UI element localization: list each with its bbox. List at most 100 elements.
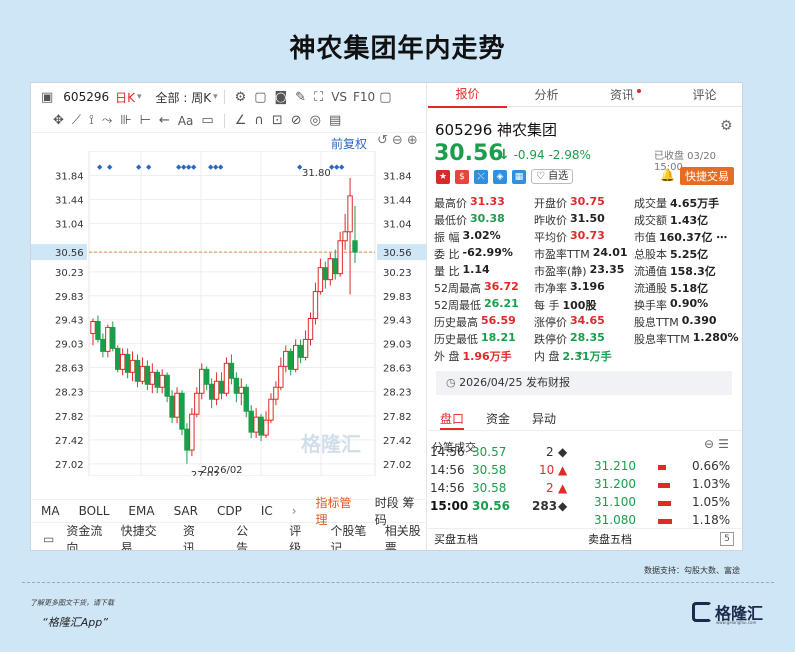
tab-order-book[interactable]: 盘口: [440, 407, 465, 430]
magnet-icon[interactable]: ∩: [254, 113, 264, 128]
bar-tool-icon[interactable]: ⊪: [120, 113, 131, 128]
lock-icon[interactable]: ⊡: [272, 113, 283, 128]
y-tick-left: 29.43: [55, 316, 84, 327]
bottom-item-news[interactable]: 资讯: [183, 522, 204, 550]
tab-movement[interactable]: 异动: [532, 407, 556, 430]
trend-tool-icon[interactable]: ⤳: [102, 113, 112, 128]
buy-five-label[interactable]: 买盘五档: [434, 529, 478, 550]
layout-icon[interactable]: ▢: [254, 90, 266, 105]
share-icon[interactable]: ⤬: [474, 169, 488, 184]
zoom-out-icon[interactable]: ⊖: [392, 133, 407, 148]
candle-body: [268, 398, 274, 421]
gear-icon[interactable]: ⚙: [720, 118, 733, 134]
stat-label: 52周最低: [434, 299, 481, 312]
range-tool-icon[interactable]: ⊢: [140, 113, 151, 128]
footer-divider: [22, 582, 774, 583]
zoom-in-icon[interactable]: ⊕: [407, 133, 422, 148]
panel-icon[interactable]: ▭: [43, 532, 54, 546]
stat-cell: 最低价 30.38: [434, 212, 534, 229]
bottom-item-fast-trade[interactable]: 快捷交易: [121, 522, 163, 550]
level-row: 31.080 1.18%: [588, 513, 742, 525]
drawing-toolbar: ✥ ⟋ ⟟ ⤳ ⊪ ⊢ ← Aa ▭ ∠ ∩ ⊡ ⊘ ◎ ▤: [31, 109, 427, 133]
vs-button[interactable]: VS: [331, 90, 347, 104]
y-tick-left: 28.23: [55, 387, 84, 398]
divider: [223, 90, 225, 104]
pen-icon[interactable]: ✎: [295, 90, 306, 105]
tab-analysis[interactable]: 分析: [507, 83, 586, 107]
tab-news[interactable]: 资讯: [586, 83, 665, 107]
eye-icon[interactable]: ◎: [310, 113, 321, 128]
adjust-select[interactable]: 前复权: [331, 135, 367, 152]
trash-icon[interactable]: ▤: [329, 113, 341, 128]
tick-row: 15:00 30.56 283 ◆: [430, 499, 590, 517]
fullscreen-icon[interactable]: ⛶: [314, 90, 323, 105]
sell-five-label[interactable]: 卖盘五档: [588, 529, 632, 550]
tab-capital[interactable]: 资金: [486, 407, 510, 430]
earnings-notice[interactable]: ◷ 2026/04/25 发布财报: [436, 371, 732, 395]
stat-label: 52周最高: [434, 282, 481, 295]
kline-chart[interactable]: 31.84 31.84 31.44 31.44 31.04 31.04 30.56 30.56…: [31, 151, 427, 476]
stat-label: 开盘价: [534, 197, 567, 210]
f10-button[interactable]: F10: [353, 90, 375, 104]
chevron-up-icon[interactable]: ^: [576, 351, 584, 362]
indicator-boll[interactable]: BOLL: [79, 504, 110, 518]
hide-icon[interactable]: ⊘: [291, 113, 302, 128]
stat-value: 36.72: [484, 280, 519, 293]
text-tool-button[interactable]: Aa: [178, 114, 194, 128]
undo-icon[interactable]: ↺: [377, 133, 392, 148]
level-price: 31.080: [594, 513, 636, 525]
arrow-tool-icon[interactable]: ←: [159, 113, 170, 128]
candle-body: [110, 326, 116, 349]
indicator-ma[interactable]: MA: [41, 504, 60, 518]
bottom-item-rating[interactable]: 评级: [289, 522, 310, 550]
stat-cell: 历史最低 18.21: [434, 331, 534, 348]
y-tick-left: 31.04: [55, 219, 84, 230]
comment-icon[interactable]: ▭: [201, 113, 213, 128]
move-icon[interactable]: ✥: [53, 113, 64, 128]
candle-body: [154, 371, 160, 388]
bottom-item-announcements[interactable]: 公告: [236, 522, 257, 550]
tab-comment[interactable]: 评论: [665, 83, 742, 107]
gear-icon[interactable]: ⚙: [235, 90, 247, 105]
bottom-item-related[interactable]: 相关股票: [385, 522, 427, 550]
calendar-icon[interactable]: ▦: [512, 169, 526, 184]
tag-icon[interactable]: ◈: [493, 169, 507, 184]
candle-body: [288, 350, 294, 370]
add-watchlist-button[interactable]: ♡ 自选: [531, 169, 574, 184]
five-levels-icon[interactable]: 5: [720, 532, 734, 546]
candle-body: [144, 365, 151, 385]
candle-body: [95, 320, 101, 340]
bottom-item-capital-flow[interactable]: 资金流向: [66, 522, 108, 550]
indicator-sar[interactable]: SAR: [174, 504, 198, 518]
sidebar-toggle-icon[interactable]: ▣: [41, 90, 53, 105]
angle-icon[interactable]: ∠: [235, 113, 247, 128]
tick-direction-icon: ◆: [558, 445, 568, 459]
tab-quote[interactable]: 报价: [428, 83, 507, 108]
chevron-down-icon: ▾: [213, 92, 218, 102]
stats-row: 委 比 -62.99% 市盈率TTM 24.01 总股本 5.25亿: [434, 246, 740, 263]
stat-value: 30.73: [570, 229, 605, 242]
indicator-ema[interactable]: EMA: [128, 504, 154, 518]
polyline-tool-icon[interactable]: ⟟: [89, 113, 94, 128]
tick-row: 14:56 30.58 2 ▲: [430, 481, 590, 499]
y-tick-right: 28.23: [383, 387, 412, 398]
list-icon[interactable]: ☰: [718, 437, 733, 451]
period-select[interactable]: 日K: [115, 89, 135, 106]
all-period-select[interactable]: 全部 : 周K: [156, 89, 212, 106]
y-tick-left: 30.56: [55, 248, 84, 259]
more-icon[interactable]: ⊖: [704, 437, 718, 451]
x-tick-label: 2026/02: [201, 465, 243, 476]
bottom-item-notes[interactable]: 个股笔记: [330, 522, 372, 550]
fast-trade-button[interactable]: 快捷交易: [680, 167, 734, 185]
level-price: 31.210: [594, 459, 636, 473]
trade-icon[interactable]: $: [455, 169, 469, 184]
camera-icon[interactable]: ◙: [275, 90, 288, 105]
bell-icon[interactable]: 🔔: [660, 168, 675, 182]
indicator-cdp[interactable]: CDP: [217, 504, 242, 518]
line-tool-icon[interactable]: ⟋: [72, 113, 81, 128]
indicator-ic[interactable]: IC: [261, 504, 273, 518]
candle-body: [164, 374, 170, 397]
chevron-right-icon[interactable]: ›: [292, 504, 297, 518]
more-icon[interactable]: ▢: [379, 90, 391, 105]
stat-value: 31.50: [570, 212, 605, 225]
